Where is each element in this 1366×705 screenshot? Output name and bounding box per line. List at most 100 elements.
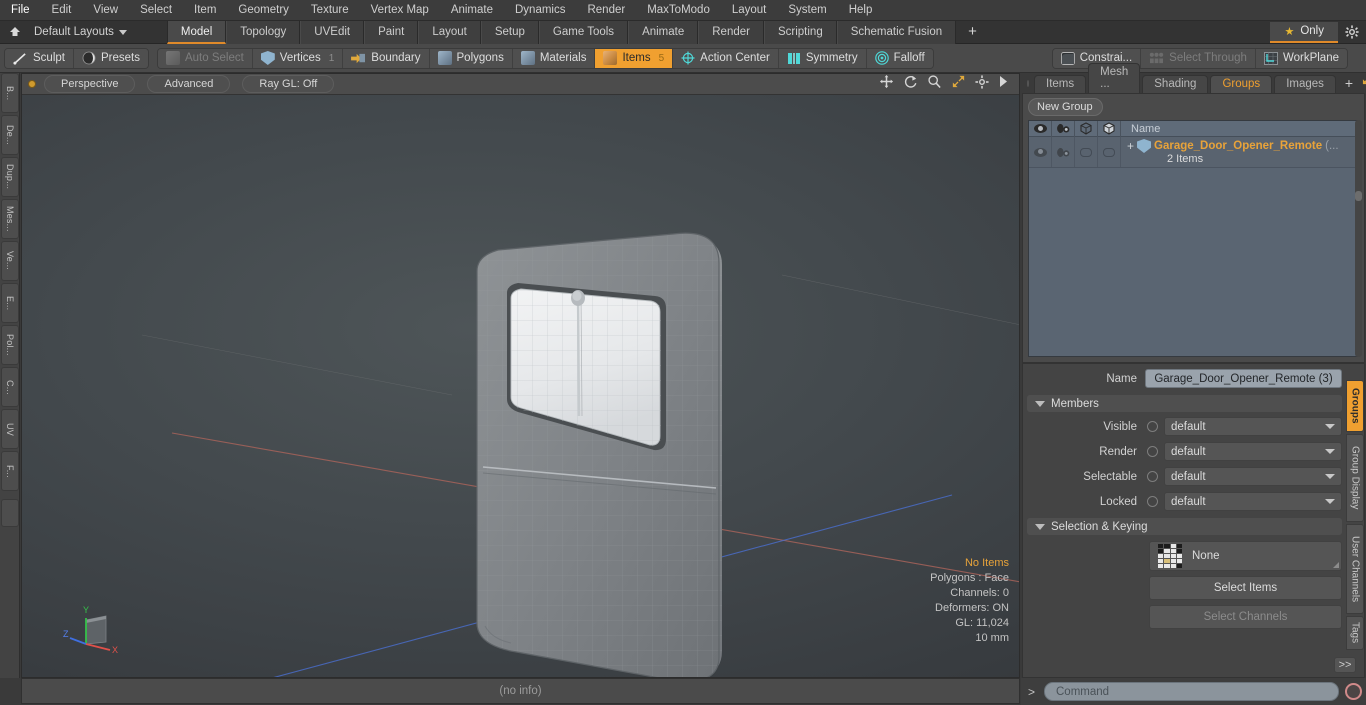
panel-expand-icon[interactable] [1362, 72, 1366, 90]
key-selector[interactable]: None [1149, 541, 1342, 571]
left-rail-tab-dup[interactable]: Dup... [1, 157, 19, 197]
left-rail-tab-ve[interactable]: Ve... [1, 241, 19, 281]
left-rail-tab-c[interactable]: C... [1, 367, 19, 407]
left-rail-tab-uv[interactable]: UV [1, 409, 19, 449]
groups-list-scrollbar[interactable] [1355, 120, 1362, 357]
tool-button-presets[interactable]: Presets [73, 48, 148, 68]
tab-add[interactable]: + [1338, 75, 1360, 93]
menu-item-maxtomodo[interactable]: MaxToModo [636, 0, 721, 20]
groups-list[interactable]: Name + Garage_Door_Opener_Remote (... 2 [1028, 120, 1359, 357]
side-tab-group-display[interactable]: Group Display [1346, 434, 1364, 522]
new-group-button[interactable]: New Group [1028, 98, 1103, 116]
move-icon[interactable] [879, 74, 894, 94]
layout-tab-schematic-fusion[interactable]: Schematic Fusion [836, 20, 957, 44]
menu-item-vertex-map[interactable]: Vertex Map [360, 0, 440, 20]
tab-images[interactable]: Images [1274, 75, 1336, 93]
tool-button-sculpt[interactable]: Sculpt [5, 48, 74, 68]
side-tab-groups[interactable]: Groups [1346, 380, 1364, 432]
tab-items[interactable]: Items [1034, 75, 1087, 93]
zoom-magnifier-icon[interactable] [927, 74, 942, 94]
left-rail-tab-pol[interactable]: Pol... [1, 325, 19, 365]
viewport-active-dot[interactable] [28, 80, 36, 88]
expand-properties-button[interactable]: >> [1334, 657, 1356, 673]
home-up-icon[interactable] [4, 21, 26, 43]
panel-menu-dot-icon[interactable] [1027, 80, 1029, 87]
viewport-raygl-pill[interactable]: Ray GL: Off [242, 75, 335, 93]
tool-button-materials[interactable]: Materials [512, 48, 596, 68]
left-rail-tab-f[interactable]: F... [1, 451, 19, 491]
table-row[interactable]: + Garage_Door_Opener_Remote (... 2 Items [1029, 137, 1358, 168]
tool-button-action-center[interactable]: Action Center [673, 48, 779, 68]
tool-button-auto-select[interactable]: Auto Select [157, 48, 253, 68]
property-dropdown-render[interactable]: default [1164, 442, 1342, 461]
layout-tab-model[interactable]: Model [166, 20, 227, 44]
layout-tab-paint[interactable]: Paint [364, 20, 419, 44]
menu-item-render[interactable]: Render [576, 0, 636, 20]
side-tab-user-channels[interactable]: User Channels [1346, 524, 1364, 614]
name-field[interactable]: Garage_Door_Opener_Remote (3) [1145, 369, 1342, 388]
menu-item-system[interactable]: System [777, 0, 837, 20]
tool-button-items[interactable]: Items 5 [595, 48, 674, 68]
layout-tab-animate[interactable]: Animate [628, 20, 699, 44]
only-toggle-button[interactable]: ★ Only [1270, 21, 1338, 43]
left-rail-tab-b[interactable]: B... [1, 73, 19, 113]
side-tab-tags[interactable]: Tags [1346, 616, 1364, 650]
tool-button-vertices[interactable]: Vertices 1 [252, 48, 344, 68]
tool-button-falloff[interactable]: Falloff [866, 48, 933, 68]
property-toggle-selectable[interactable] [1147, 471, 1158, 482]
layout-tab-scripting[interactable]: Scripting [763, 20, 837, 44]
menu-item-help[interactable]: Help [838, 0, 884, 20]
menu-item-layout[interactable]: Layout [721, 0, 778, 20]
layout-tab-layout[interactable]: Layout [418, 20, 481, 44]
add-layout-tab-button[interactable]: + [956, 21, 989, 44]
tab-shading[interactable]: Shading [1142, 75, 1209, 93]
row-shading-toggle[interactable] [1052, 137, 1075, 167]
row-wire-toggle[interactable] [1075, 137, 1098, 167]
row-solid-toggle[interactable] [1098, 137, 1121, 167]
layout-tab-uvedit[interactable]: UVEdit [300, 20, 365, 44]
members-section-header[interactable]: Members [1027, 395, 1342, 412]
record-circle-icon[interactable] [1345, 683, 1362, 700]
menu-item-geometry[interactable]: Geometry [227, 0, 300, 20]
left-rail-tab-de[interactable]: De... [1, 115, 19, 155]
command-input[interactable]: Command [1044, 682, 1339, 701]
tool-button-polygons[interactable]: Polygons [429, 48, 513, 68]
menu-item-animate[interactable]: Animate [440, 0, 504, 20]
layout-tab-topology[interactable]: Topology [226, 20, 301, 44]
tool-button-workplane[interactable]: WorkPlane [1255, 48, 1347, 68]
fit-expand-icon[interactable] [951, 74, 966, 94]
tool-button-select-through[interactable]: Select Through [1141, 48, 1256, 68]
left-rail-extra-button[interactable] [1, 499, 19, 527]
gear-icon[interactable] [1338, 21, 1366, 44]
menu-item-select[interactable]: Select [129, 0, 183, 20]
property-toggle-locked[interactable] [1147, 496, 1158, 507]
layout-selector[interactable]: Default Layouts [34, 26, 127, 38]
selection-keying-section-header[interactable]: Selection & Keying [1027, 518, 1342, 535]
group-row-name[interactable]: + Garage_Door_Opener_Remote (... 2 Items [1121, 137, 1358, 167]
menu-item-view[interactable]: View [82, 0, 129, 20]
layout-tab-render[interactable]: Render [698, 20, 764, 44]
row-visible-toggle[interactable] [1029, 137, 1052, 167]
select-items-button[interactable]: Select Items [1149, 576, 1342, 600]
left-rail-tab-e[interactable]: E... [1, 283, 19, 323]
property-toggle-render[interactable] [1147, 446, 1158, 457]
property-dropdown-locked[interactable]: default [1164, 492, 1342, 511]
viewport-gear-icon[interactable] [975, 74, 989, 94]
property-dropdown-selectable[interactable]: default [1164, 467, 1342, 486]
menu-item-texture[interactable]: Texture [300, 0, 360, 20]
layout-tab-game-tools[interactable]: Game Tools [538, 20, 629, 44]
viewport-canvas[interactable]: No Items Polygons : Face Channels: 0 Def… [22, 95, 1019, 677]
axis-gizmo[interactable]: Y X Z [62, 600, 132, 660]
tab-mesh[interactable]: Mesh ... [1088, 63, 1141, 93]
layout-tab-setup[interactable]: Setup [480, 20, 539, 44]
menu-item-item[interactable]: Item [183, 0, 227, 20]
play-arrow-icon[interactable] [998, 75, 1009, 93]
left-rail-tab-mes[interactable]: Mes... [1, 199, 19, 239]
tab-groups[interactable]: Groups [1210, 75, 1273, 93]
tool-button-symmetry[interactable]: Symmetry [778, 48, 867, 68]
expand-toggle[interactable]: + [1127, 139, 1134, 153]
menu-item-file[interactable]: File [0, 0, 41, 20]
tool-button-boundary[interactable]: Boundary [343, 48, 430, 68]
viewport-3d[interactable]: Perspective Advanced Ray GL: Off No Item… [21, 73, 1020, 678]
rotate-icon[interactable] [903, 74, 918, 94]
